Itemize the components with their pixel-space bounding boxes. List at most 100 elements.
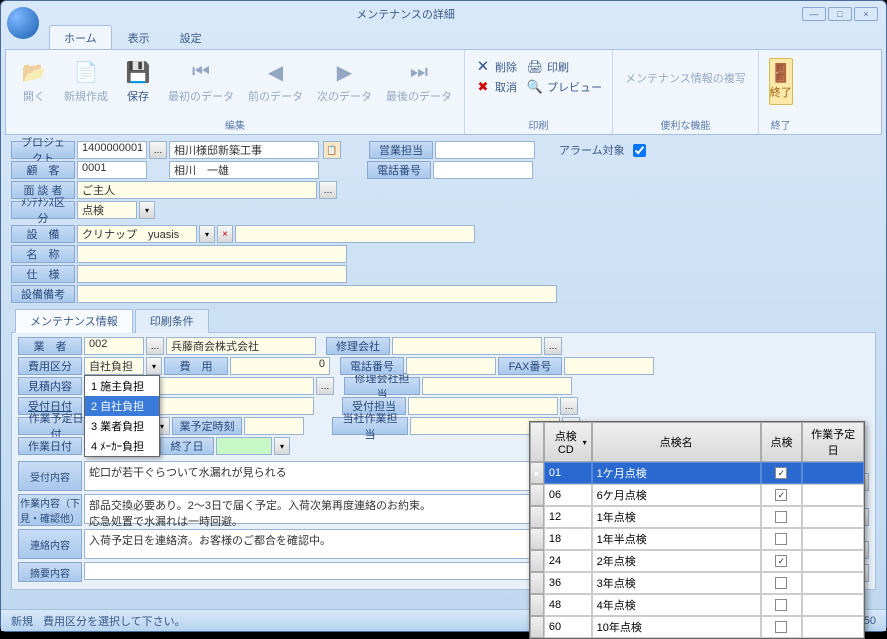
grid-cell-check[interactable] [761, 594, 803, 616]
file-new-icon: 📄 [70, 56, 102, 88]
equip-clear-button[interactable]: × [217, 225, 233, 243]
alarm-checkbox[interactable] [633, 144, 646, 157]
repair-co-field[interactable] [392, 337, 542, 355]
save-button[interactable]: 💾保存 [116, 54, 160, 106]
tab-settings[interactable]: 設定 [166, 26, 216, 49]
grid-cell-check[interactable] [761, 528, 803, 550]
grid-header-plan-date[interactable]: 作業予定日 [802, 422, 864, 462]
cost-class-option[interactable]: 4 ﾒｰｶｰ負担 [85, 436, 159, 456]
work-plan-date-label: 作業予定日付 [18, 417, 94, 435]
grid-corner [530, 422, 544, 462]
spec-field[interactable] [77, 265, 347, 283]
maximize-button[interactable]: □ [828, 7, 852, 21]
row-indicator [530, 484, 544, 506]
grid-cell-date [802, 528, 864, 550]
repair-rep-label: 修理会社担当 [344, 377, 420, 395]
grid-header-check[interactable]: 点検 [761, 422, 803, 462]
cost-class-dropdown-button[interactable]: ▾ [146, 357, 162, 375]
tab-home[interactable]: ホーム [49, 25, 112, 49]
sales-rep-field[interactable] [435, 141, 535, 159]
delete-button[interactable]: 🗙削除 [471, 58, 521, 76]
close-window-button[interactable]: × [854, 7, 878, 21]
print-button[interactable]: 🖨印刷 [523, 58, 606, 76]
grid-row[interactable]: 242年点検 [530, 550, 864, 572]
project-lookup-button[interactable]: … [149, 141, 167, 159]
equip-dropdown-button[interactable]: ▾ [199, 225, 215, 243]
grid-cell-check[interactable] [761, 550, 803, 572]
grid-cell-date [802, 462, 864, 484]
grid-row[interactable]: 6010年点検 [530, 616, 864, 638]
cost-class-option[interactable]: 1 施主負担 [85, 376, 159, 396]
repair-phone-field[interactable] [406, 357, 496, 375]
quote-lookup-button[interactable]: … [316, 377, 334, 395]
grid-row[interactable]: 363年点検 [530, 572, 864, 594]
equip-field[interactable]: クリナップ yuasis [77, 225, 197, 243]
maint-class-field[interactable]: 点検 [77, 201, 137, 219]
open-button[interactable]: 📂開く [12, 54, 56, 106]
grid-cell-check[interactable] [761, 616, 803, 638]
vendor-code-field[interactable]: 002 [84, 337, 144, 355]
cost-class-option[interactable]: 2 自社負担 [85, 396, 159, 416]
interviewer-field[interactable]: ご主人 [77, 181, 317, 199]
project-code-field[interactable]: 1400000001 [77, 141, 147, 159]
phone-field[interactable] [433, 161, 533, 179]
grid-row[interactable]: 066ケ月点検 [530, 484, 864, 506]
grid-header-name[interactable]: 点検名 [592, 422, 761, 462]
repair-rep-field[interactable] [422, 377, 572, 395]
customer-code-field[interactable]: 0001 [77, 161, 147, 179]
tab-view[interactable]: 表示 [114, 26, 164, 49]
row-indicator [530, 572, 544, 594]
name-field[interactable] [77, 245, 347, 263]
repair-co-lookup-button[interactable]: … [544, 337, 562, 355]
status-hint: 費用区分を選択して下さい。 [43, 613, 186, 629]
folder-open-icon: 📂 [18, 56, 50, 88]
grid-cell-check[interactable] [761, 462, 803, 484]
delete-icon: 🗙 [475, 59, 491, 75]
grid-cell-check[interactable] [761, 506, 803, 528]
customer-name-field[interactable]: 相川 一雄 [169, 161, 319, 179]
save-icon: 💾 [122, 56, 154, 88]
subtab-maint-info[interactable]: メンテナンス情報 [15, 309, 133, 333]
cancel-icon: ✖ [475, 79, 491, 95]
last-button[interactable]: ⏭最後のデータ [380, 54, 458, 106]
minimize-button[interactable]: — [802, 7, 826, 21]
grid-cell-check[interactable] [761, 484, 803, 506]
cost-class-field[interactable]: 自社負担 [84, 357, 144, 375]
project-name-field[interactable]: 相川様邸新築工事 [169, 141, 319, 159]
equip-note-field[interactable] [77, 285, 557, 303]
work-plan-time-field[interactable] [244, 417, 304, 435]
first-button[interactable]: ⏮最初のデータ [162, 54, 240, 106]
grid-row[interactable]: ▸011ケ月点検 [530, 462, 864, 484]
customer-label: 顧 客 [11, 161, 75, 179]
subtab-print-cond[interactable]: 印刷条件 [135, 309, 209, 333]
cost-class-option[interactable]: 3 業者負担 [85, 416, 159, 436]
cost-label: 費 用 [164, 357, 228, 375]
vendor-lookup-button[interactable]: … [146, 337, 164, 355]
cost-field[interactable]: 0 [230, 357, 330, 375]
recv-rep-field[interactable] [408, 397, 558, 415]
recv-rep-lookup-button[interactable]: … [560, 397, 578, 415]
fax-field[interactable] [564, 357, 654, 375]
preview-button[interactable]: 🔍プレビュー [523, 78, 606, 96]
window-title: メンテナンスの詳細 [9, 6, 802, 22]
equip-extra-field[interactable] [235, 225, 475, 243]
grid-header-cd[interactable]: 点検CD ▾ [544, 422, 592, 462]
grid-row[interactable]: 181年半点検 [530, 528, 864, 550]
copy-maint-button[interactable]: メンテナンス情報の複写 [619, 54, 752, 88]
end-date-field[interactable] [216, 437, 272, 455]
close-app-button[interactable]: 🚪終了 [769, 58, 793, 105]
end-date-calendar-button[interactable]: ▾ [274, 437, 290, 455]
next-button[interactable]: ▶次のデータ [311, 54, 378, 106]
cancel-button[interactable]: ✖取消 [471, 78, 521, 96]
grid-cell-name: 10年点検 [592, 616, 761, 638]
interviewer-lookup-button[interactable]: … [319, 181, 337, 199]
project-detail-button[interactable]: 📋 [323, 141, 341, 159]
grid-row[interactable]: 484年点検 [530, 594, 864, 616]
grid-cell-cd: 06 [544, 484, 592, 506]
vendor-name-field[interactable]: 兵藤商会株式会社 [166, 337, 316, 355]
new-button[interactable]: 📄新規作成 [58, 54, 114, 106]
prev-button[interactable]: ◀前のデータ [242, 54, 309, 106]
grid-row[interactable]: 121年点検 [530, 506, 864, 528]
maint-class-dropdown-button[interactable]: ▾ [139, 201, 155, 219]
grid-cell-check[interactable] [761, 572, 803, 594]
